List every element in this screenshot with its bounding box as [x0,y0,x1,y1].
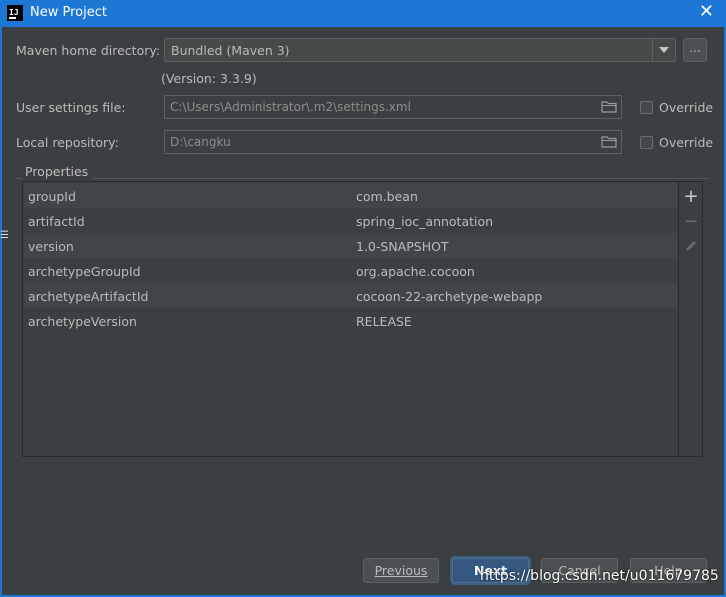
user-settings-value: C:\Users\Administrator\.m2\settings.xml [170,100,411,114]
chevron-down-icon [659,47,669,53]
pencil-icon[interactable] [684,239,698,253]
property-key: artifactId [28,214,85,229]
table-row[interactable]: groupId com.bean [24,183,677,208]
local-repo-override-checkbox[interactable] [640,136,653,149]
minus-icon[interactable]: − [679,211,703,232]
intellij-app-icon: IJ [7,5,23,21]
combo-dropdown-button[interactable] [652,39,675,61]
property-key: groupId [28,189,76,204]
user-settings-field[interactable]: C:\Users\Administrator\.m2\settings.xml [164,95,622,119]
table-row[interactable]: archetypeGroupId org.apache.cocoon [24,258,677,283]
folder-icon[interactable] [601,136,617,148]
maven-version-text: (Version: 3.3.9) [161,71,257,86]
user-settings-label: User settings file: [16,100,126,115]
property-key: archetypeVersion [28,314,137,329]
property-key: archetypeArtifactId [28,289,149,304]
window-title: New Project [30,5,107,20]
maven-home-combobox[interactable]: Bundled (Maven 3) [164,38,676,62]
properties-legend: Properties [22,164,92,179]
local-repo-field[interactable]: D:\cangku [164,130,622,154]
local-repo-override-label: Override [659,135,714,150]
table-row[interactable]: version 1.0-SNAPSHOT [24,233,677,258]
properties-separator [16,178,710,179]
properties-toolbar: + − [679,181,703,457]
local-repo-value: D:\cangku [170,135,231,149]
property-value[interactable]: 1.0-SNAPSHOT [356,239,449,254]
properties-table[interactable]: groupId com.bean artifactId spring_ioc_a… [22,181,679,457]
property-value[interactable]: cocoon-22-archetype-webapp [356,289,542,304]
table-row[interactable]: archetypeArtifactId cocoon-22-archetype-… [24,283,677,308]
previous-button-label: Previous [374,563,428,578]
window-border-left [0,27,2,597]
side-edge-mark: ☰ [0,230,9,241]
property-value[interactable]: RELEASE [356,314,412,329]
maven-home-label: Maven home directory: [16,43,161,58]
property-value[interactable]: spring_ioc_annotation [356,214,493,229]
property-key: version [28,239,74,254]
property-value[interactable]: org.apache.cocoon [356,264,475,279]
property-key: archetypeGroupId [28,264,141,279]
table-row[interactable]: artifactId spring_ioc_annotation [24,208,677,233]
plus-icon[interactable]: + [679,186,703,207]
maven-home-value: Bundled (Maven 3) [171,43,290,58]
maven-home-browse-button[interactable]: ... [683,38,707,62]
local-repo-label: Local repository: [16,135,119,150]
watermark-text: https://blog.csdn.net/u011679785 [480,568,719,584]
title-bar: IJ New Project ✕ [0,0,726,27]
folder-icon[interactable] [601,101,617,113]
table-row[interactable]: archetypeVersion RELEASE [24,308,677,333]
close-icon[interactable]: ✕ [699,3,714,21]
property-value[interactable]: com.bean [356,189,418,204]
user-settings-override-label: Override [659,100,714,115]
previous-button[interactable]: Previous [363,558,439,583]
user-settings-override-checkbox[interactable] [640,101,653,114]
